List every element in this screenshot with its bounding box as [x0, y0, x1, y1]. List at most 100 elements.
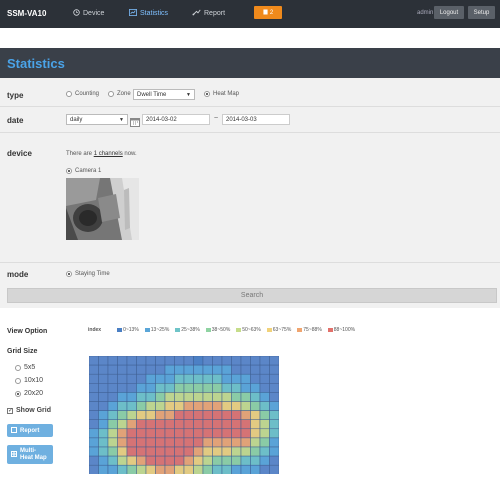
camera-1-option[interactable]: Camera 1	[66, 168, 101, 174]
nav-report[interactable]: Report	[192, 9, 225, 18]
heatmap-cell	[155, 373, 166, 384]
heatmap-cell	[240, 410, 251, 420]
radio-button[interactable]	[15, 364, 21, 371]
date-from-input[interactable]: 2014-03-02	[142, 114, 210, 125]
grid-10x10-option[interactable]: 10x10	[15, 377, 43, 384]
heatmap-cell	[145, 383, 156, 393]
zone-type-select[interactable]: Dwell Time ▼	[133, 89, 195, 100]
radio-button[interactable]	[66, 271, 72, 277]
heatmap-cell	[98, 419, 109, 430]
setup-button[interactable]: Setup	[468, 6, 495, 19]
heatmap-cell	[212, 383, 223, 393]
heatmap-cell	[145, 428, 156, 439]
legend-swatch	[327, 328, 333, 332]
legend-swatch	[175, 328, 181, 332]
chart-icon	[129, 9, 137, 18]
heatmap-cell	[240, 428, 251, 439]
heatmap-cell	[117, 464, 128, 474]
grid-20x20-option[interactable]: 20x20	[15, 390, 43, 397]
page-title: Statistics	[7, 56, 65, 71]
channels-link[interactable]: 1 channels	[94, 151, 123, 157]
chevron-down-icon: ▼	[119, 116, 124, 123]
legend-swatch	[297, 328, 303, 332]
radio-button[interactable]	[66, 168, 72, 174]
heatmap-cell	[145, 356, 156, 366]
heatmap-cell	[240, 419, 251, 430]
heatmap-cell	[145, 446, 156, 457]
type-zone-option[interactable]: Zone	[108, 91, 131, 97]
multi-heat-map-button[interactable]: Multi- Heat Map	[7, 445, 53, 464]
report-icon	[11, 426, 17, 435]
heatmap-cell	[269, 410, 279, 420]
heatmap-cell	[221, 428, 232, 439]
show-grid-option[interactable]: ✓ Show Grid	[7, 407, 51, 414]
heatmap-cell	[117, 428, 128, 439]
heatmap-cell	[231, 446, 242, 457]
heatmap-cell	[107, 419, 118, 430]
heatmap-cell	[250, 419, 261, 430]
checkbox-checked[interactable]: ✓	[7, 407, 13, 414]
notification-badge[interactable]: 2	[254, 6, 282, 19]
heatmap-cell	[250, 392, 261, 402]
heatmap-cell	[136, 446, 147, 457]
channel-count-note: There are 1 channels now.	[66, 151, 137, 157]
heatmap-cell	[231, 356, 242, 366]
legend-label: 75~88%	[303, 327, 322, 333]
heatmap-cell	[126, 446, 137, 457]
heatmap-cell	[183, 392, 194, 402]
heatmap-cell	[212, 419, 223, 430]
note-text: now.	[122, 151, 137, 157]
heatmap-cell	[136, 410, 147, 420]
heatmap-cell	[89, 373, 99, 384]
nav-statistics[interactable]: Statistics	[129, 9, 168, 18]
heatmap-cell	[155, 392, 166, 402]
heatmap-cell	[89, 401, 99, 411]
option-label: Show Grid	[16, 407, 51, 414]
report-button[interactable]: Report	[7, 424, 53, 437]
heatmap-cell	[183, 428, 194, 439]
mode-staying-option[interactable]: Staying Time	[66, 271, 110, 277]
nav-device[interactable]: Device	[73, 9, 104, 18]
heatmap-grid[interactable]	[89, 356, 279, 474]
heatmap-cell	[269, 383, 279, 393]
view-option-title: View Option	[7, 328, 48, 335]
heatmap-cell	[174, 437, 185, 448]
heatmap-cell	[89, 428, 99, 439]
heatmap-cell	[174, 392, 185, 402]
heatmap-cell	[259, 401, 270, 411]
radio-button[interactable]	[204, 91, 210, 97]
logout-button[interactable]: Logout	[434, 6, 464, 19]
heatmap-cell	[164, 383, 175, 393]
search-button[interactable]: Search	[7, 288, 497, 303]
heatmap-cell	[164, 364, 175, 375]
heatmap-cell	[136, 356, 147, 366]
radio-button[interactable]	[15, 390, 21, 397]
heatmap-cell	[231, 401, 242, 411]
heatmap-cell	[145, 373, 156, 384]
heatmap-cell	[212, 437, 223, 448]
camera-label: Camera 1	[75, 168, 102, 174]
radio-button[interactable]	[108, 91, 114, 97]
calendar-icon[interactable]	[130, 114, 140, 132]
heatmap-cell	[269, 373, 279, 384]
heatmap-cell	[193, 464, 204, 474]
period-select[interactable]: daily ▼	[66, 114, 128, 125]
heatmap-cell	[259, 428, 270, 439]
heatmap-cell	[240, 356, 251, 366]
heatmap-cell	[126, 437, 137, 448]
heatmap-cell	[155, 364, 166, 375]
type-counting-option[interactable]: Counting	[66, 91, 99, 97]
radio-button[interactable]	[66, 91, 72, 97]
heatmap-cell	[145, 392, 156, 402]
heatmap-cell	[136, 373, 147, 384]
grid-5x5-option[interactable]: 5x5	[15, 364, 35, 371]
radio-button[interactable]	[15, 377, 21, 384]
heatmap-cell	[259, 364, 270, 375]
heatmap-cell	[193, 401, 204, 411]
heatmap-cell	[89, 455, 99, 466]
type-heatmap-option[interactable]: Heat Map	[204, 91, 239, 97]
camera-thumbnail[interactable]	[66, 178, 139, 240]
heatmap-cell	[221, 373, 232, 384]
date-to-input[interactable]: 2014-03-03	[222, 114, 290, 125]
heatmap-cell	[155, 437, 166, 448]
